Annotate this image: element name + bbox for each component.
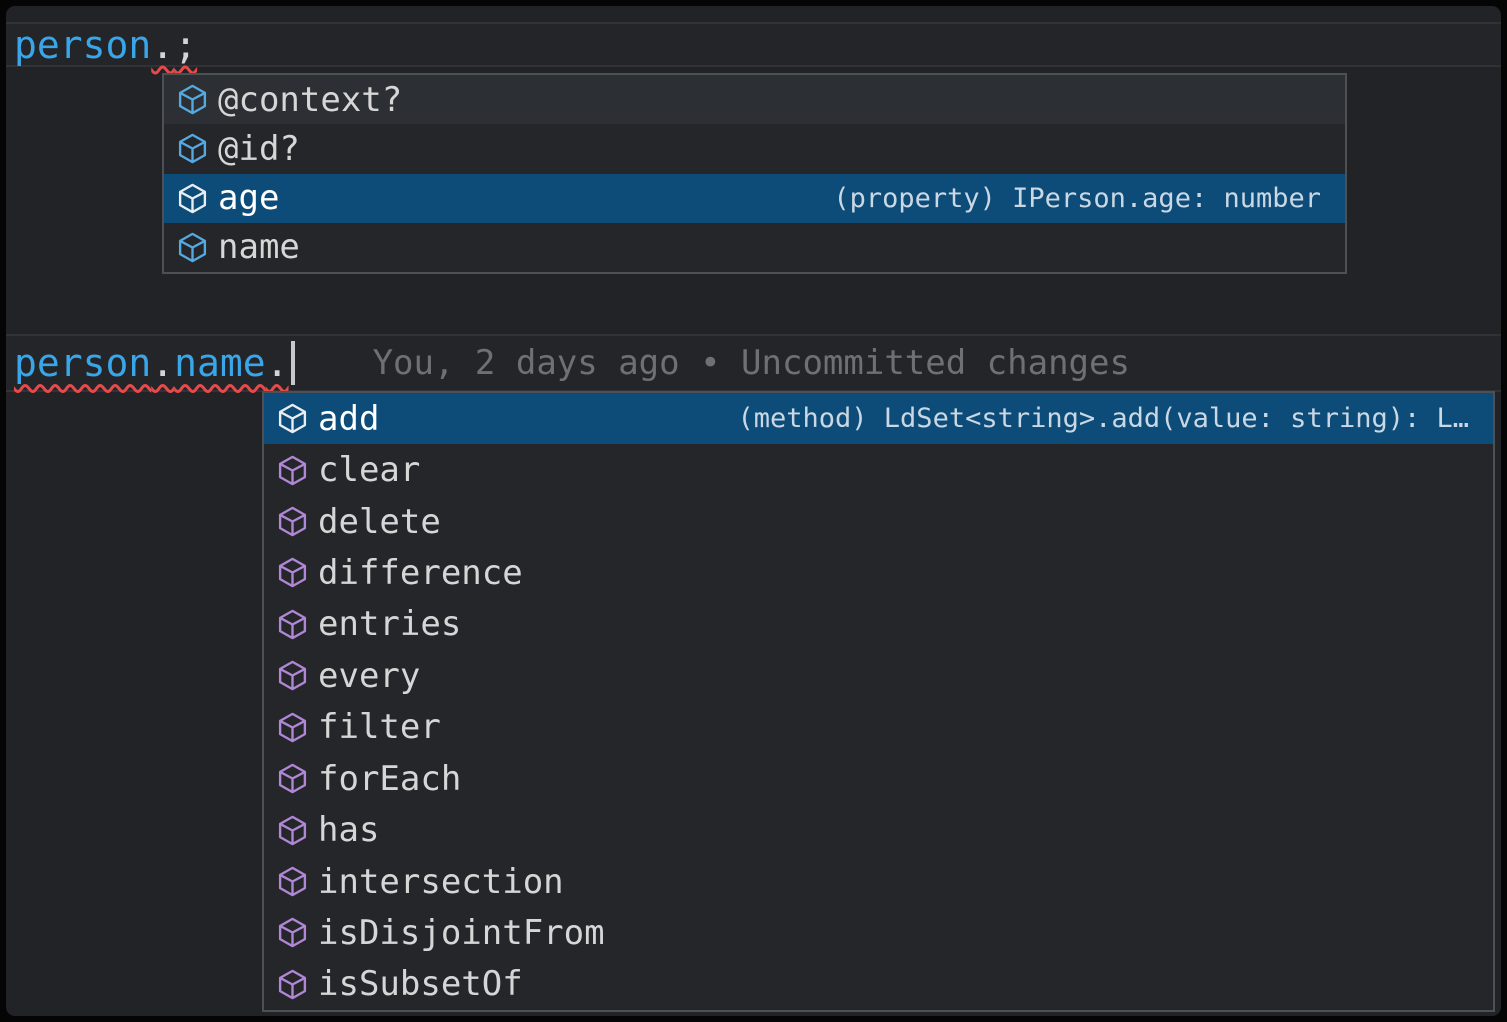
symbol-method-icon: [276, 968, 309, 1001]
symbol-method-icon: [276, 711, 309, 744]
variable-token: person: [14, 341, 151, 385]
suggestion-label: delete: [318, 502, 441, 542]
suggestion-item-difference[interactable]: difference: [264, 547, 1493, 598]
suggestion-label: forEach: [318, 759, 461, 799]
suggestion-item-delete[interactable]: delete: [264, 496, 1493, 547]
suggestion-label: name: [218, 227, 300, 267]
editor-window: person.; @context? @id? age (property) I…: [0, 0, 1507, 1022]
code-editor[interactable]: person.; @context? @id? age (property) I…: [6, 6, 1501, 1016]
code-text: person.;: [14, 26, 197, 64]
suggestion-label: add: [318, 399, 379, 439]
suggestion-label: intersection: [318, 862, 564, 902]
suggestion-detail: (property) IPerson.age: number: [833, 183, 1321, 214]
suggestion-label: age: [218, 178, 279, 218]
variable-token: person: [14, 23, 151, 67]
symbol-field-icon: [176, 132, 209, 165]
symbol-field-icon: [176, 83, 209, 116]
property-token: name: [174, 341, 266, 385]
suggest-widget-properties: @context? @id? age (property) IPerson.ag…: [162, 73, 1347, 274]
symbol-field-icon: [176, 182, 209, 215]
symbol-method-icon: [276, 814, 309, 847]
git-blame-annotation: You, 2 days ago • Uncommitted changes: [373, 343, 1130, 383]
symbol-method-icon: [276, 402, 309, 435]
suggestion-item-context[interactable]: @context?: [164, 75, 1345, 124]
suggestion-label: clear: [318, 450, 420, 490]
dot-token: .: [266, 341, 289, 385]
suggestion-label: every: [318, 656, 420, 696]
suggestion-item-every[interactable]: every: [264, 650, 1493, 701]
symbol-method-icon: [276, 762, 309, 795]
suggestion-label: entries: [318, 604, 461, 644]
suggestion-label: has: [318, 810, 379, 850]
suggestion-label: @id?: [218, 129, 300, 169]
suggestion-label: isDisjointFrom: [318, 913, 605, 953]
symbol-method-icon: [276, 608, 309, 641]
code-line-2[interactable]: person.name. You, 2 days ago • Uncommitt…: [6, 334, 1501, 392]
suggestion-label: difference: [318, 553, 523, 593]
code-text: person.name.: [14, 344, 289, 382]
suggestion-item-add-selected[interactable]: add (method) LdSet<string>.add(value: st…: [264, 393, 1493, 444]
symbol-method-icon: [276, 865, 309, 898]
error-span: person.name.: [14, 341, 289, 385]
suggestion-label: filter: [318, 707, 441, 747]
suggestion-item-filter[interactable]: filter: [264, 702, 1493, 753]
symbol-method-icon: [276, 505, 309, 538]
dot-token-error: .: [151, 23, 174, 67]
suggestion-item-name[interactable]: name: [164, 223, 1345, 272]
symbol-method-icon: [276, 454, 309, 487]
symbol-method-icon: [276, 556, 309, 589]
dot-token: .: [151, 341, 174, 385]
suggestion-item-issubsetof[interactable]: isSubsetOf: [264, 959, 1493, 1010]
symbol-field-icon: [176, 231, 209, 264]
semicolon-token-error: ;: [174, 23, 197, 67]
suggestion-item-id[interactable]: @id?: [164, 124, 1345, 173]
suggestion-label: isSubsetOf: [318, 964, 523, 1004]
suggestion-item-intersection[interactable]: intersection: [264, 856, 1493, 907]
text-cursor: [291, 341, 295, 385]
suggestion-item-isdisjointfrom[interactable]: isDisjointFrom: [264, 907, 1493, 958]
suggestion-item-has[interactable]: has: [264, 804, 1493, 855]
suggestion-item-foreach[interactable]: forEach: [264, 753, 1493, 804]
symbol-method-icon: [276, 916, 309, 949]
suggestion-label: @context?: [218, 80, 402, 120]
symbol-method-icon: [276, 659, 309, 692]
suggestion-item-age-selected[interactable]: age (property) IPerson.age: number: [164, 174, 1345, 223]
suggestion-item-clear[interactable]: clear: [264, 444, 1493, 495]
suggestion-item-entries[interactable]: entries: [264, 599, 1493, 650]
suggestion-detail: (method) LdSet<string>.add(value: string…: [738, 403, 1470, 434]
suggest-widget-methods: add (method) LdSet<string>.add(value: st…: [262, 391, 1495, 1012]
code-line-1[interactable]: person.;: [6, 22, 1501, 67]
